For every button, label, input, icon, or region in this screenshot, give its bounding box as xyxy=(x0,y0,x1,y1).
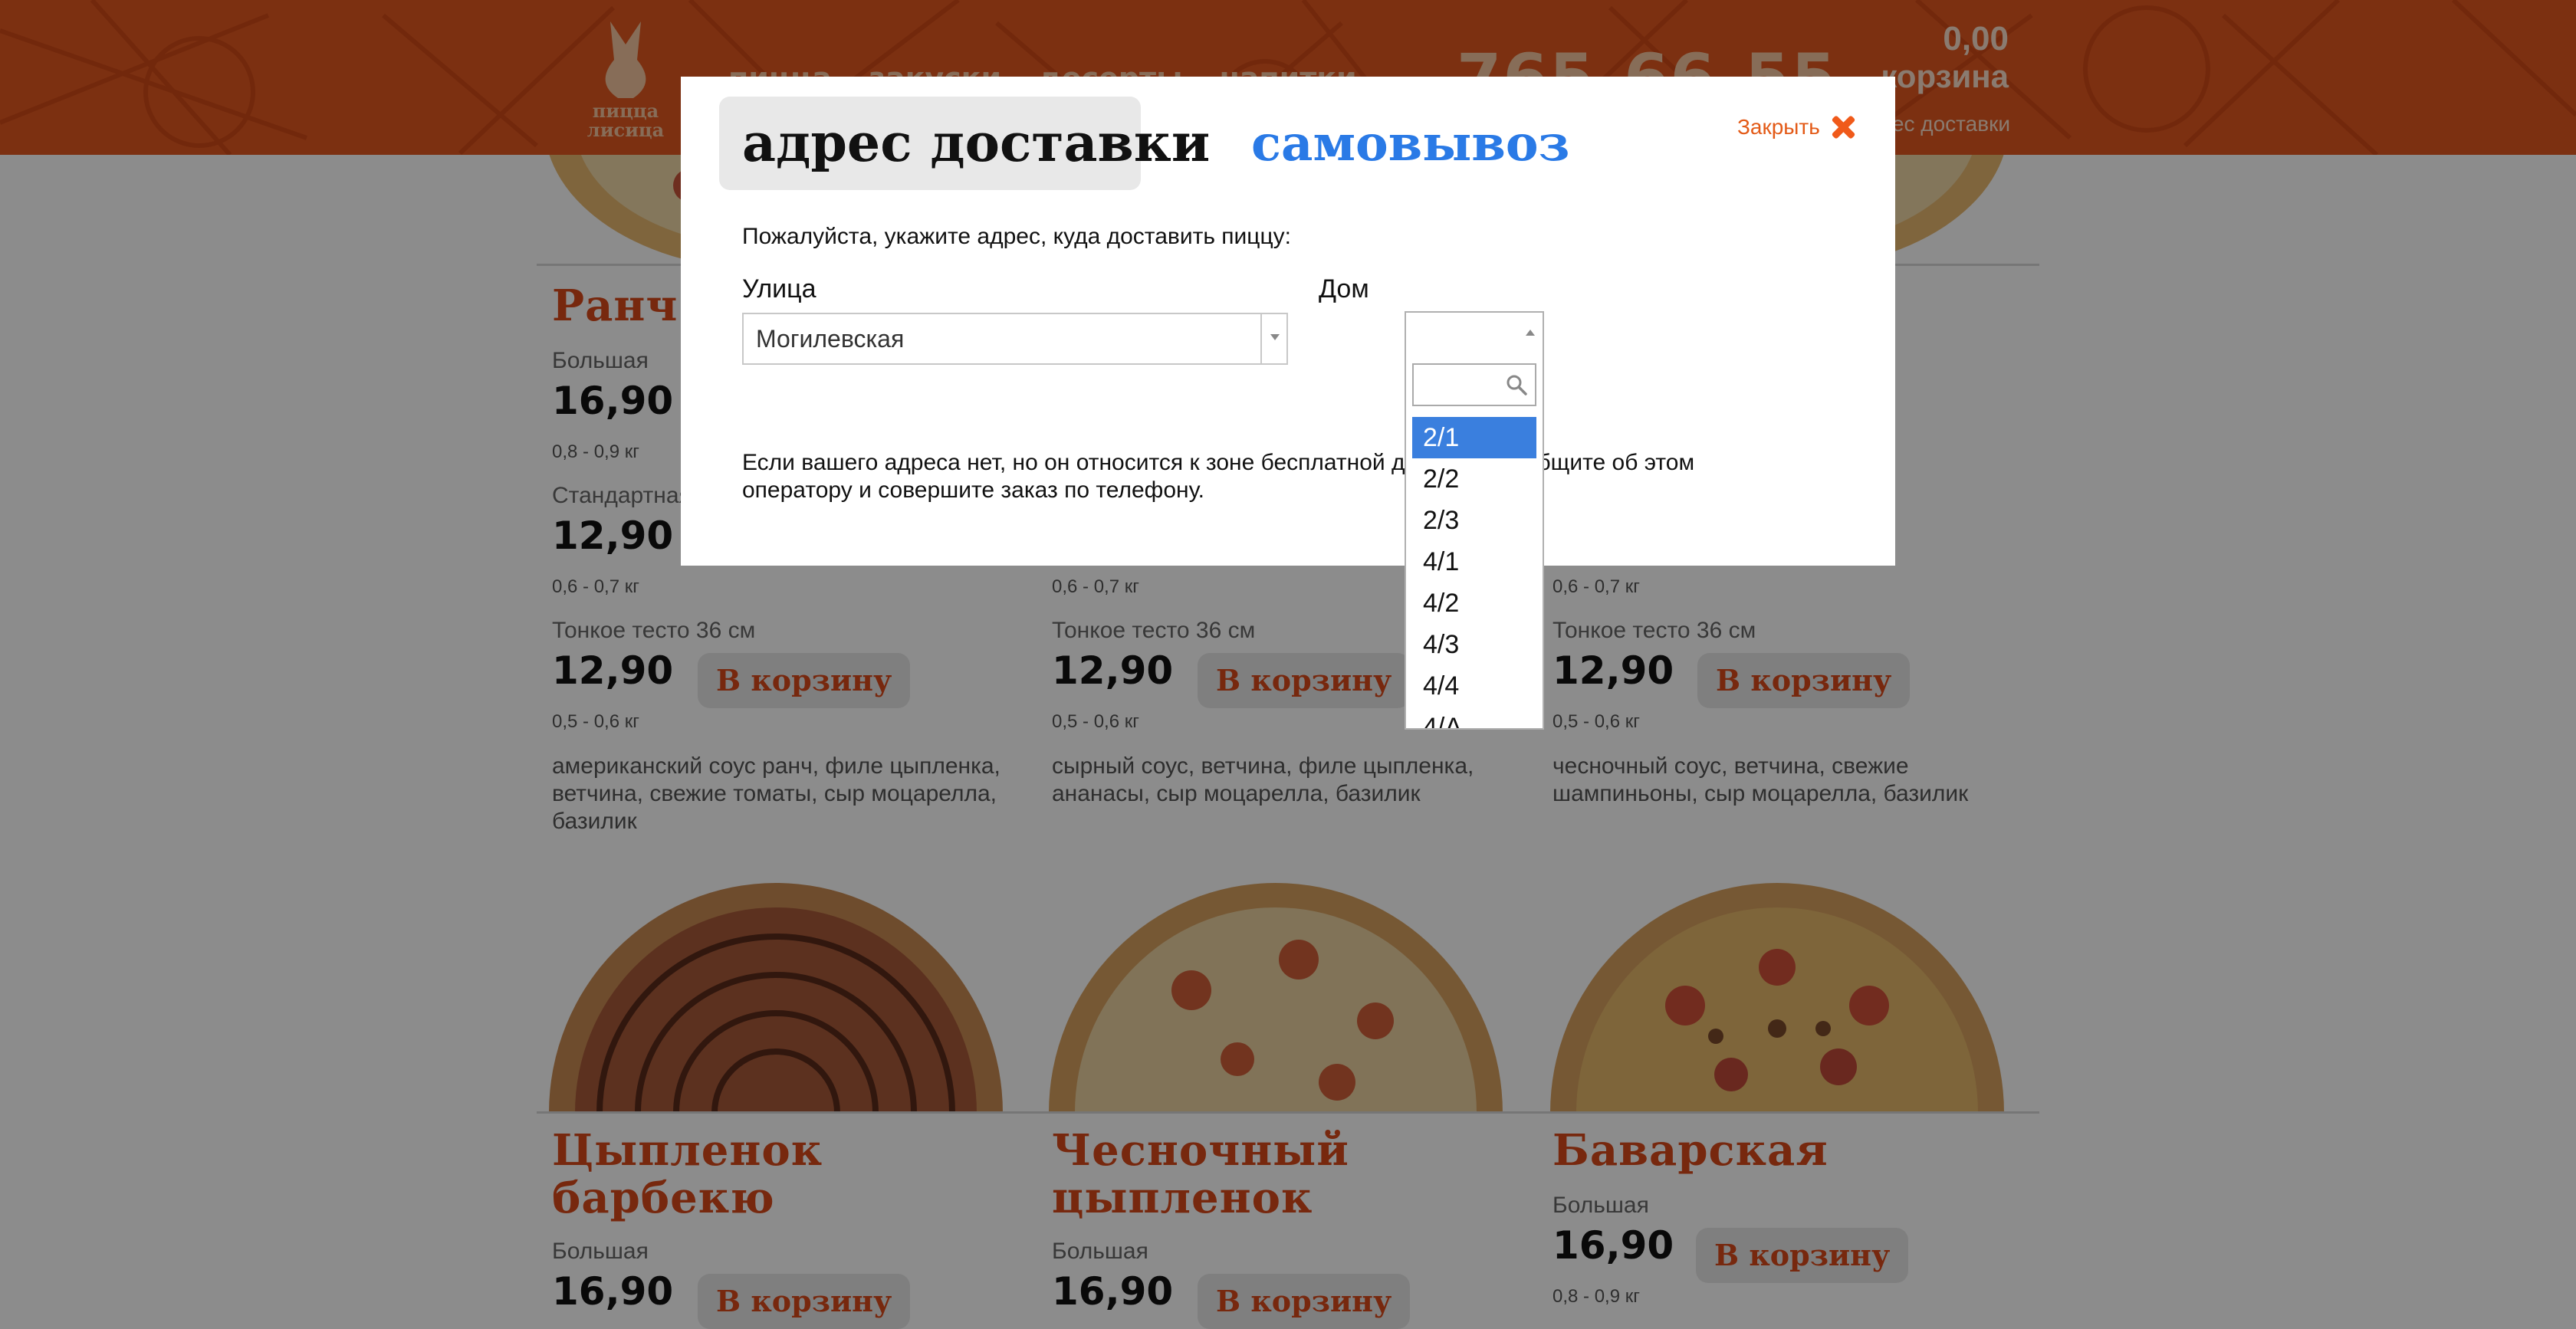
house-select-dropdown[interactable]: 2/1 2/2 2/3 4/1 4/2 4/3 4/4 4/А xyxy=(1405,311,1544,730)
house-option[interactable]: 4/1 xyxy=(1412,541,1536,582)
house-option[interactable]: 2/1 xyxy=(1412,417,1536,458)
delivery-modal: адрес доставки самовывоз Закрыть Пожалуй… xyxy=(681,77,1895,566)
house-options-list: 2/1 2/2 2/3 4/1 4/2 4/3 4/4 4/А xyxy=(1412,417,1536,728)
house-option[interactable]: 2/2 xyxy=(1412,458,1536,500)
house-option[interactable]: 2/3 xyxy=(1412,500,1536,541)
tab-pickup[interactable]: самовывоз xyxy=(1251,112,1569,176)
search-icon xyxy=(1506,375,1527,395)
house-label: Дом xyxy=(1319,274,1369,304)
chevron-up-icon[interactable] xyxy=(1526,330,1535,336)
house-option[interactable]: 4/2 xyxy=(1412,582,1536,624)
tab-delivery-address[interactable]: адрес доставки xyxy=(719,97,1210,190)
close-button[interactable]: Закрыть xyxy=(1737,113,1857,141)
street-value: Могилевская xyxy=(756,325,905,353)
street-select[interactable]: Могилевская xyxy=(742,313,1288,365)
close-icon xyxy=(1829,113,1857,141)
house-option[interactable]: 4/3 xyxy=(1412,624,1536,665)
info-text: Если вашего адреса нет, но он относится … xyxy=(742,450,1695,503)
house-option[interactable]: 4/4 xyxy=(1412,665,1536,707)
house-search-input[interactable] xyxy=(1412,363,1536,406)
chevron-down-icon[interactable] xyxy=(1260,314,1286,363)
house-option[interactable]: 4/А xyxy=(1412,707,1536,728)
close-label: Закрыть xyxy=(1737,115,1820,139)
street-label: Улица xyxy=(742,274,816,304)
instruction-text: Пожалуйста, укажите адрес, куда доставит… xyxy=(742,224,1292,249)
